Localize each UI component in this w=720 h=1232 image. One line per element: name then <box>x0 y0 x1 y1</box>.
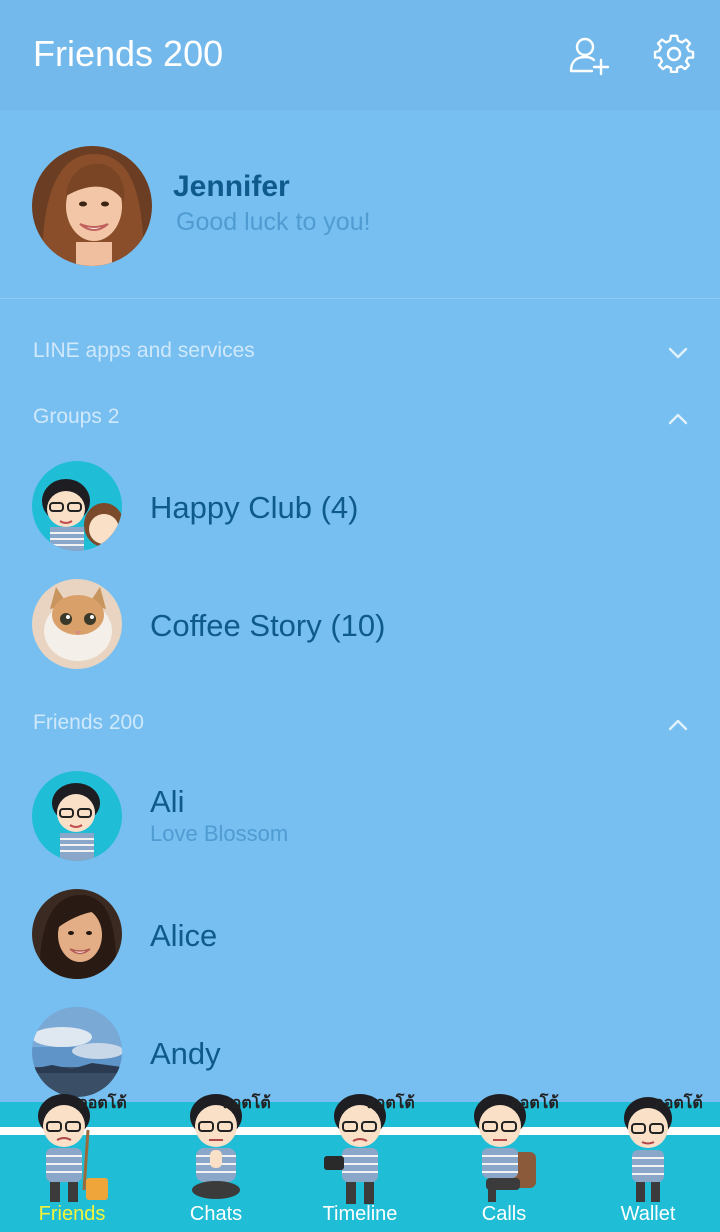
tab-label: Calls <box>481 1203 527 1225</box>
list-item[interactable]: Alice <box>0 886 720 986</box>
profile-name: Jennifer <box>173 170 290 203</box>
group-name: Happy Club (4) <box>150 490 359 525</box>
tab-label: Friends <box>38 1203 106 1225</box>
tab-chats[interactable]: ลอตโต้ Chats <box>144 1093 288 1232</box>
avatar[interactable] <box>32 146 152 266</box>
chevron-down-icon <box>666 341 690 365</box>
list-item[interactable]: Happy Club (4) <box>0 458 720 558</box>
my-profile[interactable]: Jennifer Good luck to you! <box>0 110 720 298</box>
divider <box>0 298 720 299</box>
group-name: Coffee Story (10) <box>150 608 386 643</box>
tab-friends[interactable]: ลอตโต้ Friends <box>0 1093 144 1232</box>
avatar <box>32 461 122 551</box>
section-label: Groups 2 <box>33 405 120 428</box>
tab-label: Chats <box>189 1203 243 1225</box>
chevron-up-icon <box>666 407 690 431</box>
section-label: LINE apps and services <box>33 339 255 362</box>
avatar <box>32 889 122 979</box>
section-friends[interactable]: Friends 200 <box>0 703 720 743</box>
sticker-text: ลอตโต้ <box>366 1093 415 1112</box>
list-item[interactable]: Ali Love Blossom <box>0 768 720 868</box>
sticker-text: ลอตโต้ <box>222 1093 271 1112</box>
section-groups[interactable]: Groups 2 <box>0 397 720 437</box>
section-label: Friends 200 <box>33 711 144 734</box>
tab-label: Wallet <box>620 1203 676 1225</box>
tab-bar: ลอตโต้ Friends ลอตโต้ Chats ลอตโต้ Timel… <box>0 1093 720 1232</box>
profile-status: Good luck to you! <box>176 208 371 236</box>
avatar <box>32 579 122 669</box>
avatar <box>32 1007 122 1097</box>
sticker-text: ลอตโต้ <box>654 1093 703 1112</box>
tab-wallet[interactable]: ลอตโต้ Wallet <box>576 1093 720 1232</box>
sticker-text: ลอตโต้ <box>78 1093 127 1112</box>
tab-calls[interactable]: ลอตโต้ Calls <box>432 1093 576 1232</box>
friend-status: Love Blossom <box>150 821 289 846</box>
sticker-text: ลอตโต้ <box>510 1093 559 1112</box>
section-line-apps[interactable]: LINE apps and services <box>0 331 720 371</box>
friend-name: Andy <box>150 1036 221 1071</box>
list-item[interactable]: Andy <box>0 1004 720 1104</box>
list-item[interactable]: Coffee Story (10) <box>0 576 720 676</box>
friend-name: Alice <box>150 918 218 953</box>
tab-timeline[interactable]: ลอตโต้ Timeline <box>288 1093 432 1232</box>
avatar <box>32 771 122 861</box>
friend-name: Ali <box>150 784 185 819</box>
tab-label: Timeline <box>322 1203 398 1225</box>
chevron-up-icon <box>666 713 690 737</box>
gear-icon[interactable] <box>653 34 695 76</box>
person-plus-icon[interactable] <box>568 34 610 76</box>
app-header: Friends 200 <box>0 0 720 110</box>
page-title: Friends 200 <box>33 33 224 74</box>
